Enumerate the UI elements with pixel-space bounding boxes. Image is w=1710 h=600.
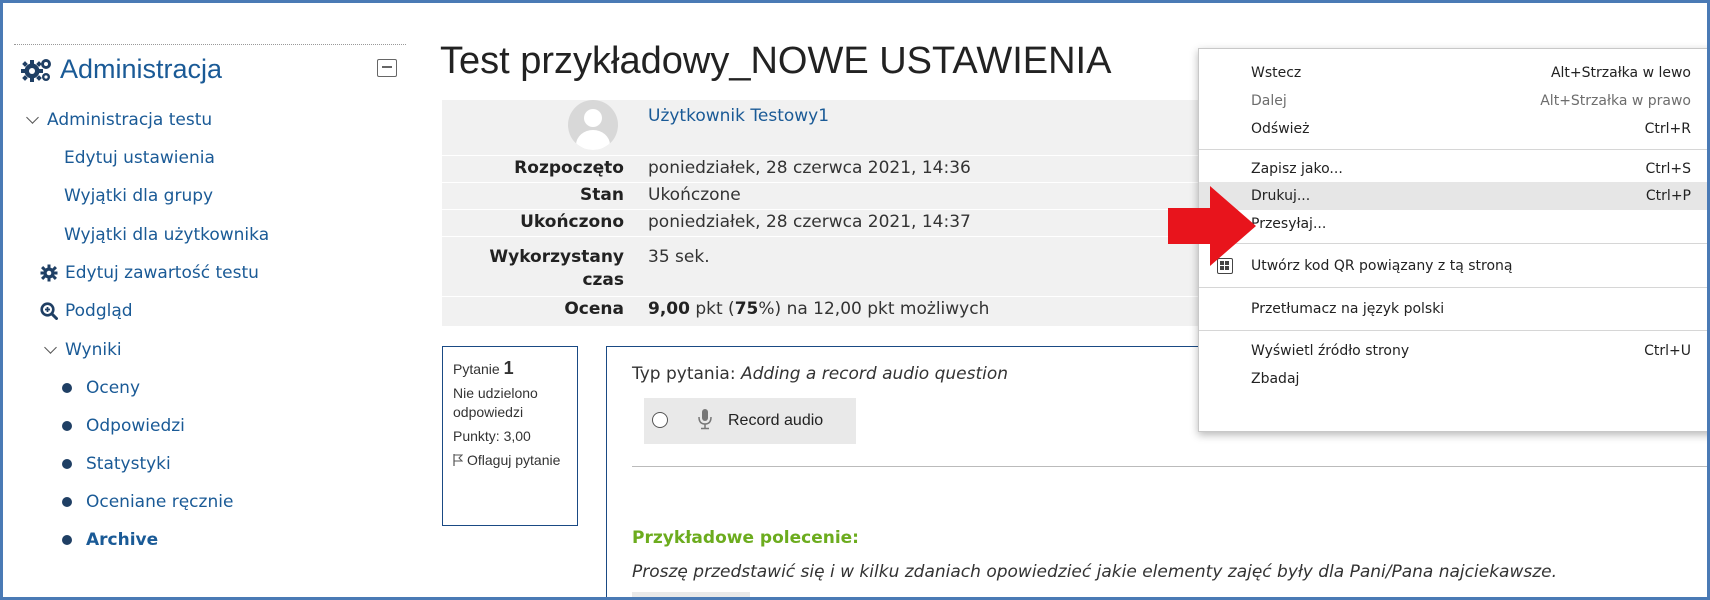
summary-label-grade: Ocena — [564, 299, 624, 319]
summary-label-started: Rozpoczęto — [514, 158, 624, 178]
bullet-icon — [62, 535, 72, 545]
question-status: Nie udzielono odpowiedzi — [453, 385, 538, 420]
summary-label-time-taken-2: czas — [582, 270, 624, 290]
flag-icon — [453, 454, 463, 466]
summary-value-started: poniedziałek, 28 czerwca 2021, 14:36 — [648, 158, 971, 178]
chevron-down-icon — [44, 340, 57, 354]
sidebar-item-manual-grading[interactable]: Oceniane ręcznie — [62, 492, 233, 512]
sidebar-item-archive[interactable]: Archive — [62, 530, 158, 550]
bullet-icon — [62, 383, 72, 393]
microphone-icon — [698, 409, 712, 430]
bullet-icon — [62, 459, 72, 469]
summary-value-grade: 9,00 pkt (75%) na 12,00 pkt możliwych — [648, 299, 990, 319]
sidebar-item-responses[interactable]: Odpowiedzi — [62, 416, 185, 436]
menu-item-forward[interactable]: Dalej Alt+Strzałka w prawo — [1199, 87, 1710, 115]
admin-sidebar: Administracja Administracja testu Edytuj… — [14, 44, 406, 600]
sidebar-item-label: Archive — [86, 530, 159, 550]
gear-icon — [40, 264, 58, 282]
question-divider — [632, 466, 1710, 467]
question-number: Pytanie 1 — [453, 358, 514, 378]
flag-question-link[interactable]: Oflaguj pytanie — [453, 451, 567, 470]
menu-item-cast[interactable]: Przesyłaj... — [1199, 210, 1710, 238]
sidebar-item-quiz-admin[interactable]: Administracja testu — [26, 110, 213, 130]
sidebar-item-label: Odpowiedzi — [86, 416, 185, 436]
example-prompt-heading: Przykładowe polecenie: — [632, 528, 859, 548]
bullet-icon — [62, 497, 72, 507]
sidebar-item-label: Wyniki — [65, 340, 122, 360]
summary-label-time-taken: Wykorzystany — [489, 247, 624, 267]
sidebar-item-group-overrides[interactable]: Wyjątki dla grupy — [64, 186, 213, 206]
bullet-icon — [62, 421, 72, 431]
question-info-box: Pytanie 1 Nie udzielono odpowiedzi Punkt… — [442, 346, 578, 526]
sidebar-item-label: Oceniane ręcznie — [86, 492, 234, 512]
sidebar-divider — [14, 44, 406, 45]
sidebar-item-label: Podgląd — [65, 301, 133, 321]
record-audio-label[interactable]: Record audio — [728, 412, 823, 430]
menu-item-save-as[interactable]: Zapisz jako... Ctrl+S — [1199, 155, 1710, 183]
gears-icon — [21, 58, 51, 82]
chevron-down-icon — [26, 110, 39, 124]
sidebar-item-label: Edytuj ustawienia — [64, 148, 215, 168]
row-divider — [442, 155, 1222, 156]
summary-label-completed: Ukończono — [520, 212, 624, 232]
context-menu: Wstecz Alt+Strzałka w lewo Dalej Alt+Strza… — [1198, 48, 1710, 432]
sidebar-item-preview[interactable]: Podgląd — [40, 301, 133, 321]
zoom-in-icon — [40, 302, 58, 320]
sidebar-item-label: Wyjątki dla użytkownika — [64, 225, 270, 245]
sidebar-title: Administracja — [60, 54, 223, 84]
menu-separator — [1199, 243, 1710, 244]
summary-value-time-taken: 35 sek. — [648, 247, 710, 267]
sidebar-header: Administracja — [20, 54, 222, 85]
sidebar-item-label: Edytuj zawartość testu — [65, 263, 259, 283]
menu-item-back[interactable]: Wstecz Alt+Strzałka w lewo — [1199, 59, 1710, 87]
menu-separator — [1199, 287, 1710, 288]
summary-value-state: Ukończone — [648, 185, 741, 205]
red-arrow-annotation — [1168, 186, 1256, 266]
row-divider — [442, 182, 1222, 183]
menu-item-qr-code[interactable]: Utwórz kod QR powiązany z tą stroną — [1199, 252, 1710, 280]
question-type: Typ pytania: Adding a record audio quest… — [632, 364, 1009, 384]
page-title: Test przykładowy_NOWE USTAWIENIA — [440, 40, 1112, 82]
menu-item-print[interactable]: Drukuj... Ctrl+P — [1199, 182, 1710, 210]
answer-box-partial — [632, 592, 750, 600]
menu-separator — [1199, 149, 1710, 150]
sidebar-item-label: Oceny — [86, 378, 141, 398]
sidebar-item-label: Administracja testu — [47, 110, 213, 130]
user-link[interactable]: Użytkownik Testowy1 — [648, 106, 829, 126]
collapse-block-button[interactable] — [377, 59, 397, 77]
sidebar-item-edit-settings[interactable]: Edytuj ustawienia — [64, 148, 215, 168]
record-audio-radio[interactable] — [652, 412, 668, 428]
menu-item-translate[interactable]: Przetłumacz na język polski — [1199, 295, 1710, 323]
sidebar-item-edit-quiz[interactable]: Edytuj zawartość testu — [40, 263, 259, 283]
sidebar-item-grades[interactable]: Oceny — [62, 378, 140, 398]
row-divider — [442, 236, 1222, 237]
avatar[interactable] — [568, 100, 618, 150]
summary-label-state: Stan — [580, 185, 624, 205]
question-text: Proszę przedstawić się i w kilku zdaniac… — [632, 562, 1557, 582]
sidebar-item-results[interactable]: Wyniki — [44, 340, 122, 360]
sidebar-item-user-overrides[interactable]: Wyjątki dla użytkownika — [64, 225, 269, 245]
sidebar-item-label: Statystyki — [86, 454, 171, 474]
question-points: Punkty: 3,00 — [453, 428, 531, 444]
row-divider — [442, 296, 1222, 297]
menu-item-inspect[interactable]: Zbadaj — [1199, 365, 1710, 393]
sidebar-item-label: Wyjątki dla grupy — [64, 186, 214, 206]
sidebar-item-statistics[interactable]: Statystyki — [62, 454, 171, 474]
menu-item-reload[interactable]: Odśwież Ctrl+R — [1199, 115, 1710, 143]
summary-value-completed: poniedziałek, 28 czerwca 2021, 14:37 — [648, 212, 971, 232]
menu-separator — [1199, 330, 1710, 331]
menu-item-view-source[interactable]: Wyświetl źródło strony Ctrl+U — [1199, 337, 1710, 365]
row-divider — [442, 209, 1222, 210]
